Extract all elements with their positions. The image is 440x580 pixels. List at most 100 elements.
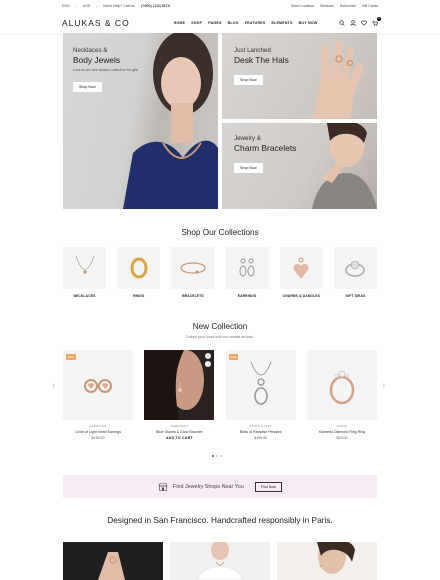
new-collection-title: New Collection <box>192 322 248 331</box>
logo[interactable]: ALUKAS & CO <box>62 18 154 28</box>
nav-home[interactable]: HOME <box>174 21 186 25</box>
product-name[interactable]: Blue Shores & Glow Bracelet <box>144 430 214 434</box>
banner-title: Desk The Hals <box>234 55 289 65</box>
product-image <box>144 350 215 420</box>
add-to-cart-button[interactable]: ADD TO CART <box>144 436 214 440</box>
subscribe-link[interactable]: Subscribe <box>340 4 356 8</box>
sale-badge: Sale <box>66 354 76 360</box>
gift-cards-link[interactable]: Gift Cards <box>362 4 378 8</box>
quick-view-icon[interactable] <box>205 361 212 367</box>
product-price: $29.00 <box>336 436 348 440</box>
help-text: Need Help? Call us: <box>103 4 136 8</box>
nav-blog[interactable]: BLOG <box>228 21 239 25</box>
nav-elements[interactable]: ELEMENTS <box>271 21 292 25</box>
user-icon[interactable] <box>350 19 356 26</box>
collection-rings[interactable]: RINGS <box>117 247 161 298</box>
gallery-image[interactable] <box>170 542 270 580</box>
product-category: PARTS & KITS <box>249 424 272 428</box>
collection-gift-ideas[interactable]: GIFT IDEAS <box>333 247 377 298</box>
gallery-image[interactable] <box>277 542 377 580</box>
quick-actions <box>205 353 212 367</box>
divider: | <box>96 4 98 8</box>
banner-subtitle: Look at our new season collection for gi… <box>73 68 139 72</box>
necklace-image <box>63 247 106 289</box>
store-location-link[interactable]: Store Location <box>291 4 314 8</box>
banner-desk[interactable]: Just Lanched Desk The Hals Shop Now <box>222 33 377 119</box>
product-price: $139.00 <box>91 436 105 440</box>
product-category: EARRINGS <box>170 424 188 428</box>
banner-necklaces[interactable]: Necklaces & Body Jewels Look at our new … <box>63 33 218 209</box>
wishlist-icon[interactable] <box>205 353 212 359</box>
top-bar: ENG | USD | Need Help? Call us: (+800) 1… <box>0 2 440 10</box>
carousel-dots <box>212 455 222 457</box>
nav-features[interactable]: FEATURES <box>245 21 266 25</box>
banner-kicker: Necklaces & <box>73 47 108 54</box>
product-name[interactable]: Circle of Light Heart Earrings <box>63 430 133 434</box>
shop-now-button[interactable]: Shop Now <box>234 75 263 85</box>
nav-buy-now[interactable]: BUY NOW <box>299 21 318 25</box>
store-icon <box>158 478 168 496</box>
banner-kicker: Jewelry & <box>234 135 261 142</box>
brand-statement: Designed in San Francisco. Handcrafted r… <box>107 515 333 525</box>
currency-select[interactable]: USD <box>83 4 91 8</box>
collection-label: BRACELETS <box>182 294 204 298</box>
site-header: ALUKAS & CO HOME SHOP PAGES BLOG FEATURE… <box>0 11 440 35</box>
product-image: Sale <box>63 350 133 420</box>
gallery-image[interactable] <box>63 542 163 580</box>
phone-number[interactable]: (+800) 1234 5678 <box>141 4 169 8</box>
carousel-dot[interactable] <box>220 455 222 457</box>
header-icons: 1 <box>339 16 381 26</box>
collection-label: RINGS <box>133 294 145 298</box>
collection-label: EARRINGS <box>237 294 257 298</box>
banner-kicker: Just Lanched <box>234 47 271 54</box>
collection-earrings[interactable]: EARRINGS <box>225 247 269 298</box>
hero-banners: Necklaces & Body Jewels Look at our new … <box>63 33 377 209</box>
find-shops-bar: Find Jewelry Shops Near You Find Now <box>63 475 377 498</box>
shop-now-button[interactable]: Shop Now <box>234 163 263 173</box>
product-price: $199.00 <box>254 436 268 440</box>
collection-label: CHARMS & DANGLES <box>282 294 320 298</box>
banner-title: Body Jewels <box>73 55 121 65</box>
collection-charms[interactable]: CHARMS & DANGLES <box>279 247 323 298</box>
collection-bracelets[interactable]: BRACELETS <box>171 247 215 298</box>
collections-list: NECKLACES RINGS BRACELETS EARRINGS CHARM… <box>63 247 377 298</box>
cart-icon[interactable]: 1 <box>372 16 381 26</box>
earrings-image <box>225 247 269 289</box>
heart-icon[interactable] <box>361 20 367 26</box>
product-name[interactable]: Birds of Paradise Pendant <box>226 430 296 434</box>
collection-necklaces[interactable]: NECKLACES <box>63 247 106 298</box>
banner-bracelets[interactable]: Jewelry & Charm Bracelets Shop Now <box>222 123 377 209</box>
shop-now-button[interactable]: Shop Now <box>73 82 102 92</box>
product-card[interactable]: Sale EARRINGS Circle of Light Heart Earr… <box>63 350 133 440</box>
product-name[interactable]: Kalmeria Diamond Ring Ring <box>307 430 377 434</box>
product-card[interactable]: Sale PARTS & KITS Birds of Paradise Pend… <box>225 350 296 440</box>
find-shops-text: Find Jewelry Shops Near You <box>173 483 244 490</box>
next-arrow-icon[interactable]: › <box>382 380 385 391</box>
cart-count-badge: 1 <box>377 16 381 21</box>
divider: | <box>75 4 77 8</box>
collection-label: GIFT IDEAS <box>345 294 366 298</box>
bracelet-image <box>171 247 215 289</box>
new-collection-subtitle: Collect your loves with our newest arriv… <box>186 335 254 339</box>
search-icon[interactable] <box>339 19 345 26</box>
banner-title: Charm Bracelets <box>234 143 297 153</box>
nav-pages[interactable]: PAGES <box>208 21 221 25</box>
services-link[interactable]: Services <box>320 4 334 8</box>
carousel-dot[interactable] <box>216 455 218 457</box>
gift-ring-image <box>333 247 377 289</box>
language-select[interactable]: ENG <box>62 4 70 8</box>
lifestyle-gallery <box>63 542 377 580</box>
product-category: RINGS <box>336 424 348 428</box>
charm-image <box>279 247 323 289</box>
product-card[interactable]: EARRINGS Blue Shores & Glow Bracelet ADD… <box>144 350 215 440</box>
sale-badge: Sale <box>228 354 239 360</box>
prev-arrow-icon[interactable]: ‹ <box>52 380 55 391</box>
carousel-dot[interactable] <box>212 455 214 457</box>
product-carousel: Sale EARRINGS Circle of Light Heart Earr… <box>63 350 377 440</box>
nav-shop[interactable]: SHOP <box>191 21 202 25</box>
main-nav: HOME SHOP PAGES BLOG FEATURES ELEMENTS B… <box>152 21 339 25</box>
product-card[interactable]: RINGS Kalmeria Diamond Ring Ring $29.00 <box>306 350 377 440</box>
collections-title: Shop Our Collections <box>181 228 259 237</box>
product-category: EARRINGS <box>89 424 107 428</box>
find-now-button[interactable]: Find Now <box>254 481 282 492</box>
